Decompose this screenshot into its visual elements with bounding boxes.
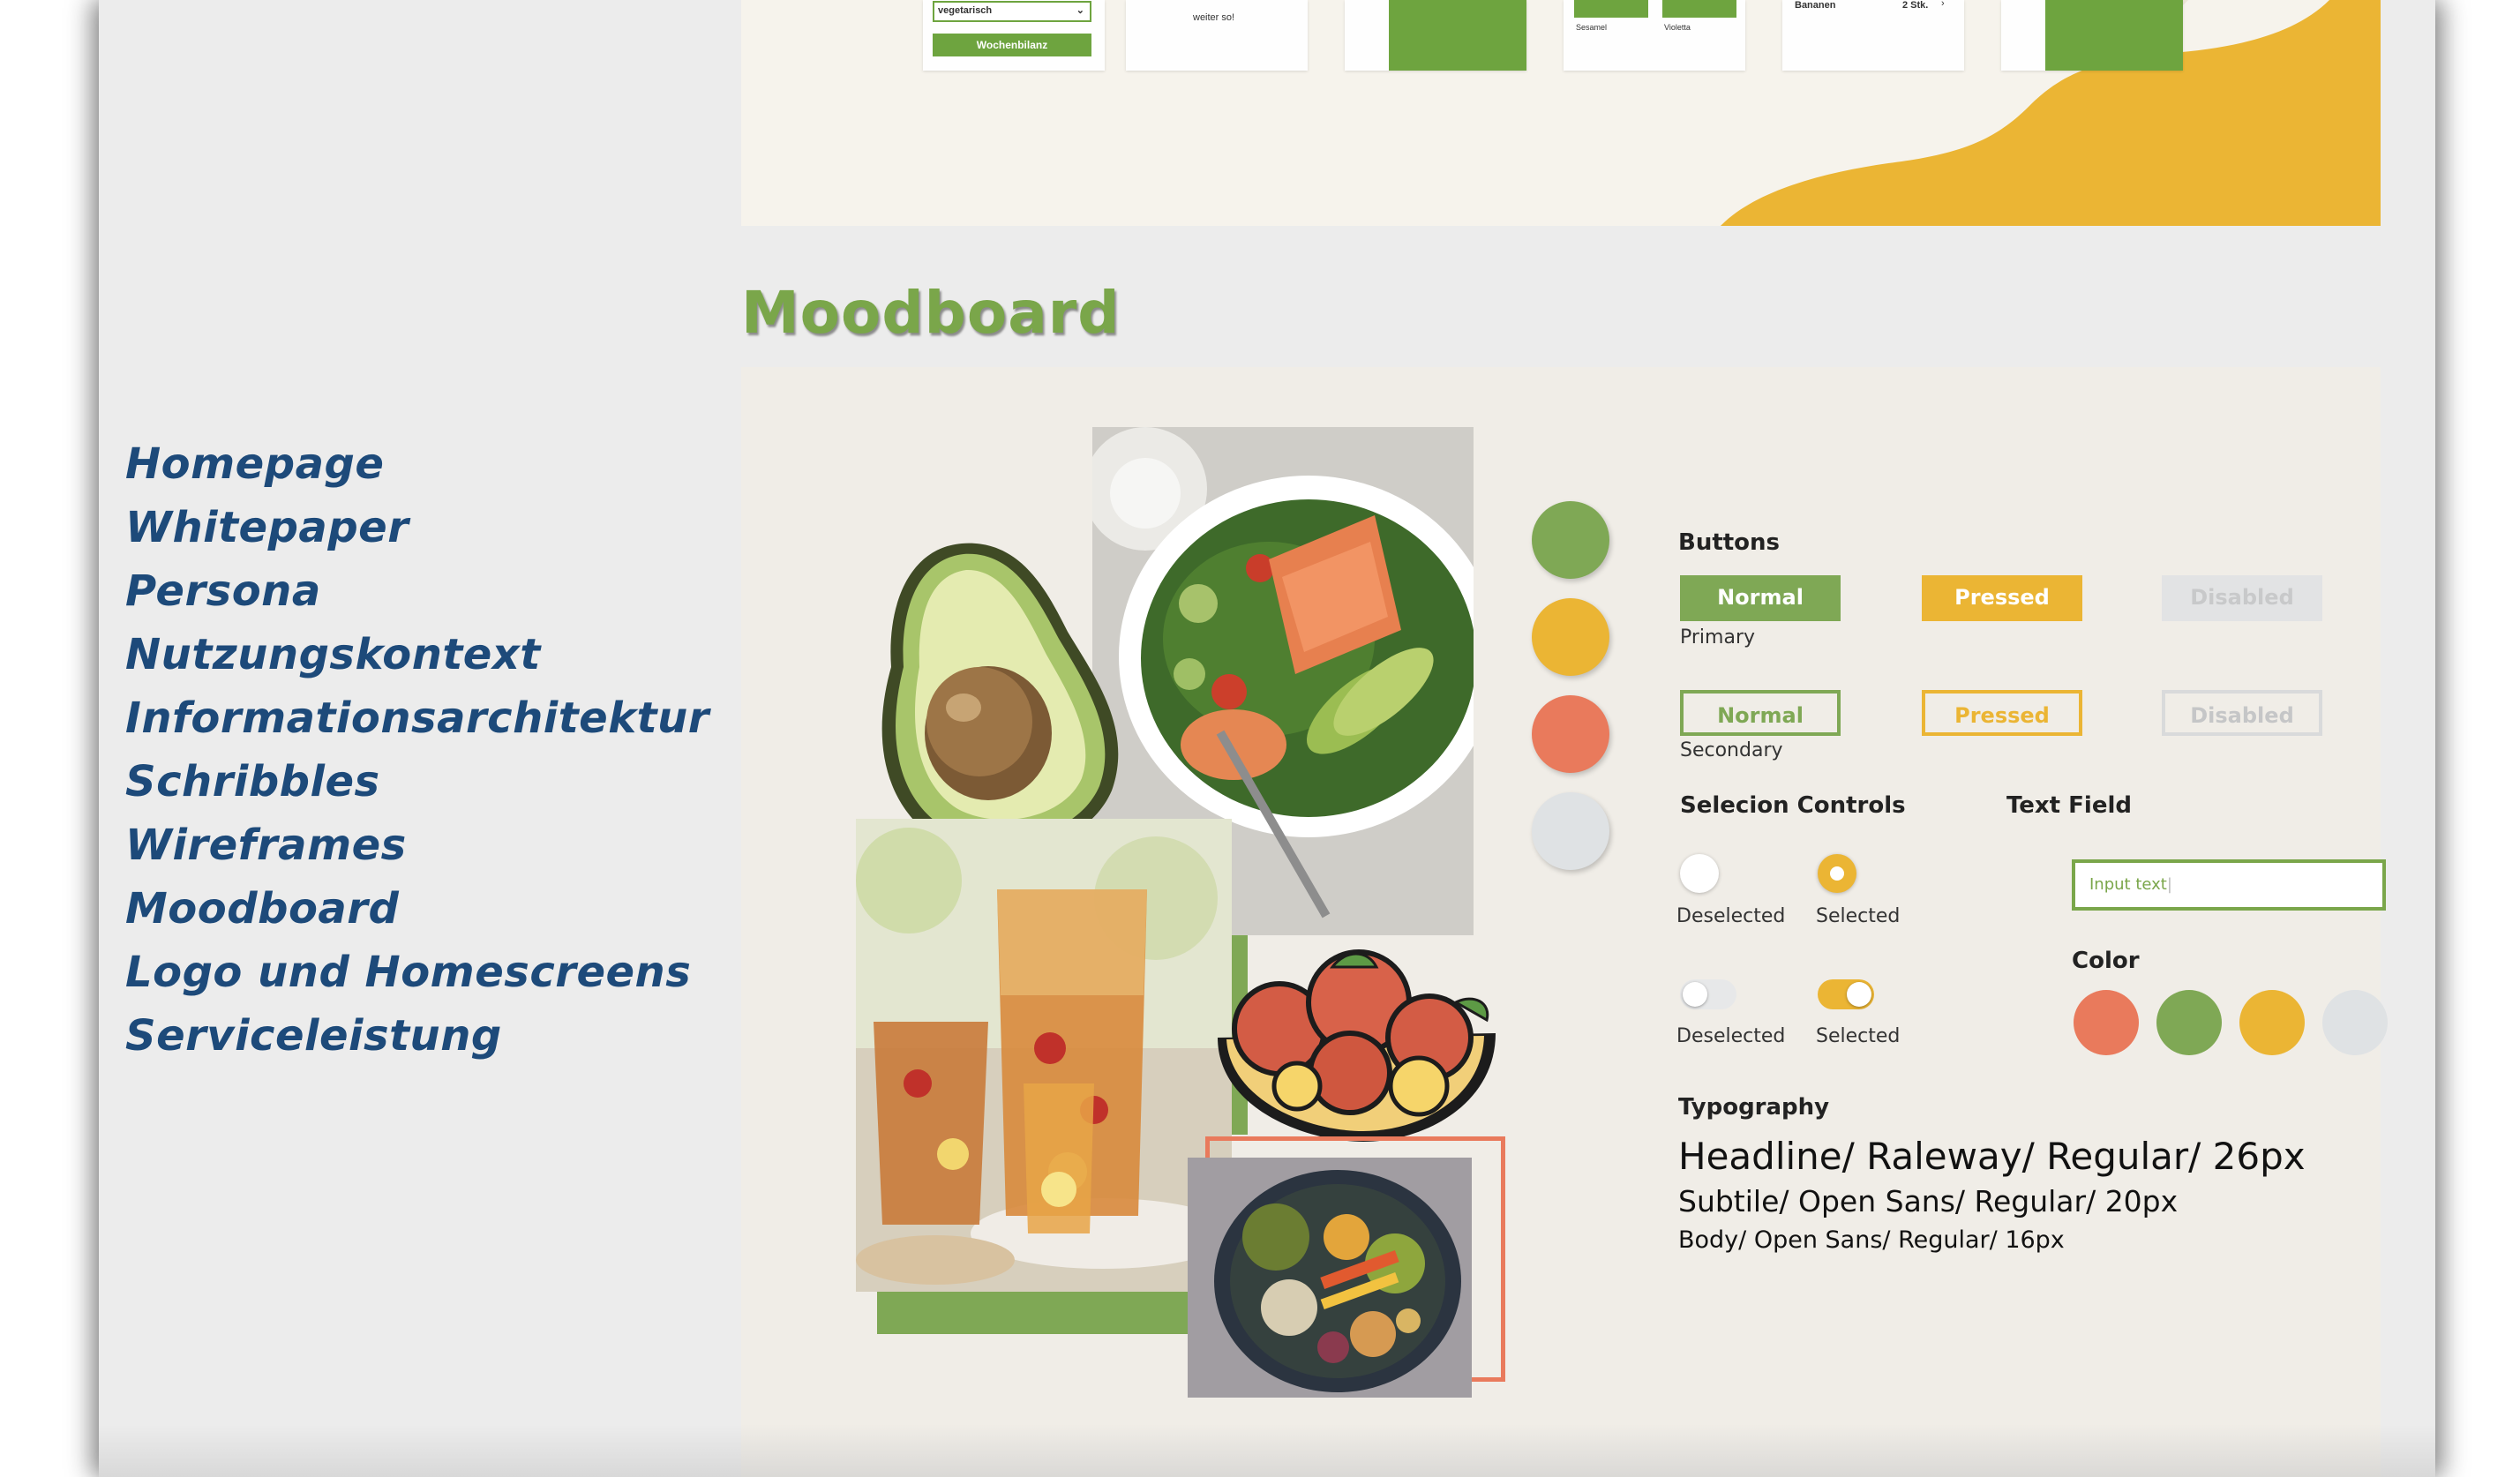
secondary-normal-button[interactable]: Normal — [1680, 690, 1841, 736]
wireframe-card-1: vegetarisch ⌄ Wochenbilanz — [923, 0, 1105, 71]
wireframe-card-2: weiter so! — [1126, 0, 1308, 71]
primary-disabled-button[interactable]: Disabled — [2162, 575, 2322, 621]
radio-deselected-caption: Deselected — [1676, 905, 1786, 927]
typography-heading: Typography — [1678, 1094, 1830, 1121]
primary-caption: Primary — [1680, 626, 1756, 649]
color-heading: Color — [2072, 948, 2140, 974]
buddha-bowl-photo — [1188, 1158, 1472, 1398]
secondary-pressed-button[interactable]: Pressed — [1922, 690, 2082, 736]
nav-link-logo-und-homescreens[interactable]: Logo und Homescreens — [125, 941, 709, 1004]
toggle-deselected-caption: Deselected — [1676, 1025, 1786, 1047]
wireframe-card-6 — [2001, 0, 2183, 71]
toggle-knob — [1847, 982, 1871, 1007]
nav-link-informationsarchitektur[interactable]: Informationsarchitektur — [125, 686, 709, 750]
swatch-green — [1532, 501, 1609, 579]
wireframe-select-value: vegetarisch — [938, 5, 993, 16]
wireframe-qty: 2 Stk. — [1902, 0, 1929, 11]
green-accent-bar — [877, 1285, 1226, 1334]
selection-controls-heading: Selecion Controls — [1680, 792, 1906, 819]
nav-link-serviceleistung[interactable]: Serviceleistung — [125, 1004, 709, 1068]
toggle-selected[interactable] — [1818, 979, 1874, 1009]
radio-dot — [1830, 866, 1844, 881]
typography-body-sample: Body/ Open Sans/ Regular/ 16px — [1678, 1226, 2065, 1254]
nav-link-homepage[interactable]: Homepage — [125, 432, 709, 496]
typography-headline-sample: Headline/ Raleway/ Regular/ 26px — [1678, 1135, 2306, 1178]
wireframe-label-b: Violetta — [1664, 23, 1691, 32]
wireframes-preview-panel: vegetarisch ⌄ Wochenbilanz weiter so! Se… — [741, 0, 2381, 226]
nav-link-schribbles[interactable]: Schribbles — [125, 750, 709, 813]
page-canvas: Homepage Whitepaper Persona Nutzungskont… — [99, 0, 2435, 1477]
color-swatch-yellow — [2239, 990, 2305, 1055]
radio-selected-caption: Selected — [1816, 905, 1901, 927]
wireframe-green-tile-a — [1574, 0, 1648, 18]
avocado-illustration — [881, 543, 1119, 854]
moodboard-title: Moodboard — [741, 279, 1121, 347]
toggle-knob — [1683, 982, 1707, 1007]
iced-tea-photo — [856, 819, 1232, 1292]
color-swatch-green — [2156, 990, 2222, 1055]
wireframe-select: vegetarisch ⌄ — [933, 1, 1091, 22]
toggle-deselected[interactable] — [1680, 979, 1736, 1009]
text-field-input[interactable]: Input text| — [2072, 859, 2386, 911]
sidebar-nav: Homepage Whitepaper Persona Nutzungskont… — [125, 432, 709, 1068]
moodboard-panel: Buttons Normal Pressed Disabled Primary … — [741, 367, 2388, 1477]
wireframe-card-3 — [1345, 0, 1526, 71]
chevron-right-icon: › — [1941, 0, 1945, 9]
wireframe-green-block — [2045, 0, 2183, 71]
tomato-bowl-illustration — [1218, 949, 1496, 1142]
radio-deselected[interactable] — [1680, 854, 1719, 893]
primary-pressed-button[interactable]: Pressed — [1922, 575, 2082, 621]
chevron-down-icon: ⌄ — [1076, 5, 1084, 16]
wireframe-item: Bananen — [1795, 0, 1836, 11]
buttons-heading: Buttons — [1678, 529, 1781, 556]
wireframe-green-block — [1389, 0, 1526, 71]
swatch-grey — [1532, 792, 1609, 870]
swatch-orange — [1532, 695, 1609, 773]
radio-selected[interactable] — [1818, 854, 1856, 893]
text-field-heading: Text Field — [2006, 792, 2132, 819]
nav-link-whitepaper[interactable]: Whitepaper — [125, 496, 709, 559]
secondary-caption: Secondary — [1680, 739, 1783, 761]
nav-link-moodboard[interactable]: Moodboard — [125, 877, 709, 941]
wireframe-label-a: Sesamel — [1576, 23, 1608, 32]
color-swatch-orange — [2074, 990, 2139, 1055]
text-field-placeholder: Input text — [2089, 875, 2167, 894]
text-cursor: | — [2166, 875, 2172, 894]
nav-link-persona[interactable]: Persona — [125, 559, 709, 623]
primary-normal-button[interactable]: Normal — [1680, 575, 1841, 621]
toggle-selected-caption: Selected — [1816, 1025, 1901, 1047]
wireframe-green-tile-b — [1662, 0, 1736, 18]
typography-subtitle-sample: Subtile/ Open Sans/ Regular/ 20px — [1678, 1184, 2179, 1218]
wireframe-text: weiter so! — [1193, 12, 1235, 23]
nav-link-wireframes[interactable]: Wireframes — [125, 813, 709, 877]
secondary-disabled-button[interactable]: Disabled — [2162, 690, 2322, 736]
wireframe-card-5: Bananen 2 Stk. › — [1782, 0, 1964, 71]
wireframe-button: Wochenbilanz — [933, 34, 1091, 56]
page-bottom-shadow — [99, 1424, 2435, 1477]
wireframe-card-4: Sesamel Violetta — [1564, 0, 1745, 71]
color-swatch-grey — [2322, 990, 2388, 1055]
nav-link-nutzungskontext[interactable]: Nutzungskontext — [125, 623, 709, 686]
swatch-yellow — [1532, 598, 1609, 676]
